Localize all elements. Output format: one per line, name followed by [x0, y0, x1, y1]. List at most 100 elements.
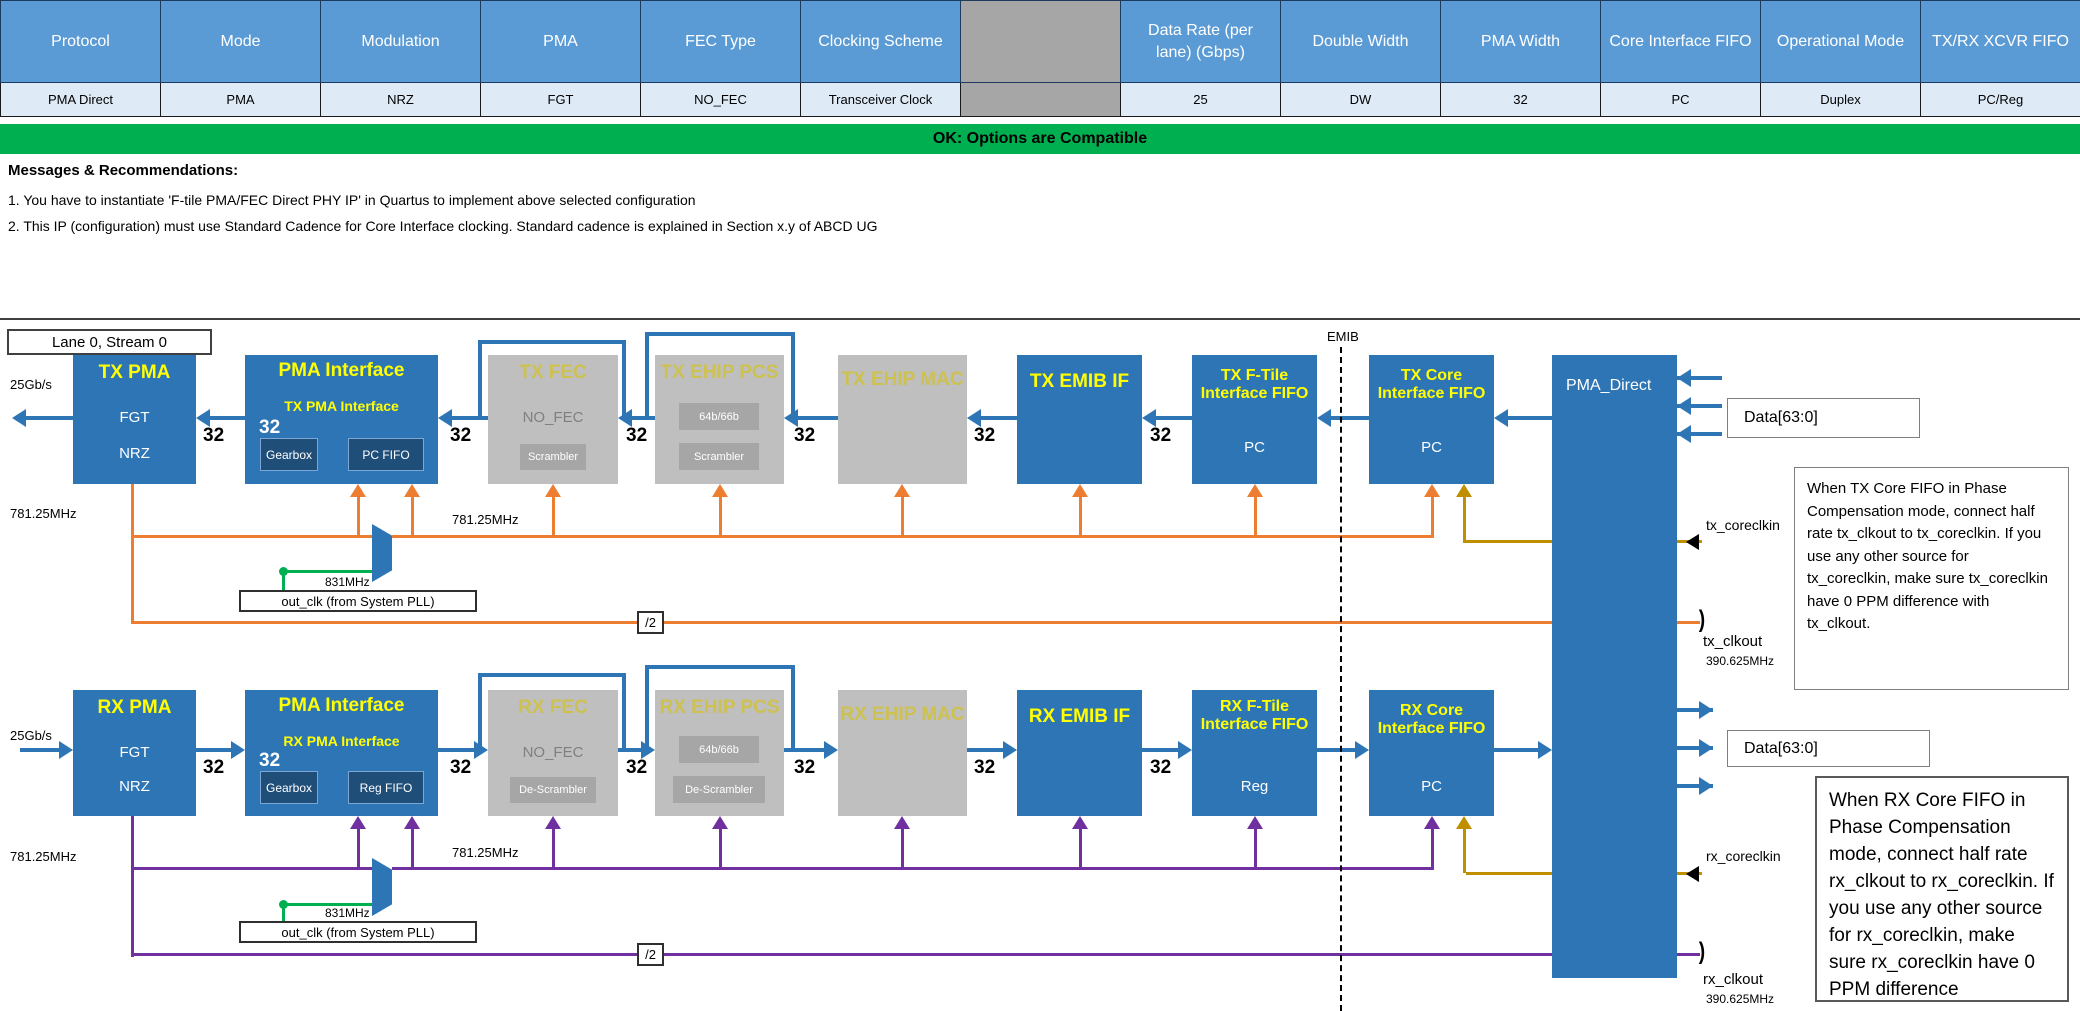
config-table: Protocol Mode Modulation PMA FEC Type Cl…: [0, 0, 2080, 117]
cell-mode[interactable]: PMA: [161, 83, 321, 117]
tx-pll-clock-line: [283, 570, 372, 573]
cell-txrx-xcvr-fifo[interactable]: PC/Reg: [1921, 83, 2080, 117]
tx-clkout-arrow: ): [1699, 606, 1705, 634]
tx-clock-stub: [1431, 494, 1434, 536]
tx-clock-arrow-up: [404, 484, 420, 497]
message-item-1: 1. You have to instantiate 'F-tile PMA/F…: [8, 192, 696, 208]
rx-clkout-line: [131, 953, 1700, 956]
tx-div2-box: /2: [637, 611, 664, 634]
cell-data-rate[interactable]: 25: [1121, 83, 1281, 117]
cell-protocol[interactable]: PMA Direct: [1, 83, 161, 117]
rx-clock-stub: [552, 826, 555, 868]
rx-bypass-line: [645, 665, 649, 750]
tx-clock-stub: [1254, 494, 1257, 536]
rx-data-segment: [967, 748, 1004, 752]
tx-clock-mux: [372, 524, 392, 582]
rx-clock-stub: [719, 826, 722, 868]
tx-clock-arrow-up: [545, 484, 561, 497]
tx-clock-arrow-up: [350, 484, 366, 497]
rx-bus-width: 32: [794, 757, 815, 779]
rx-data-arrow: [1178, 741, 1192, 759]
header-protocol: Protocol: [1, 1, 161, 83]
rx-clock-main-left: [131, 867, 374, 870]
rx-pll-freq-label: 831MHz: [325, 906, 370, 920]
rx-pmadirect-arrow: [1699, 701, 1713, 719]
rx-pma-interface-width: 32: [259, 750, 280, 772]
tx-freq-label-left: 781.25MHz: [10, 506, 76, 521]
tx-pma-interface-title: PMA Interface: [245, 360, 438, 381]
tx-outclk-box: out_clk (from System PLL): [239, 590, 477, 612]
tx-clock-stub: [1079, 494, 1082, 536]
rx-pma-line1: FGT: [73, 744, 196, 761]
rx-coreclkin-vertical: [1463, 829, 1466, 873]
rx-data-segment: [1494, 748, 1539, 752]
rx-pma-block: RX PMA FGT NRZ: [73, 690, 196, 816]
cell-core-interface-fifo[interactable]: PC: [1601, 83, 1761, 117]
tx-data-segment: [208, 416, 245, 420]
rx-data-segment: [1317, 748, 1356, 752]
rx-emib-if-block: RX EMIB IF: [1017, 690, 1142, 816]
rx-pma-interface-title: PMA Interface: [245, 695, 438, 716]
cell-double-width[interactable]: DW: [1281, 83, 1441, 117]
rx-clock-arrow-up: [350, 816, 366, 829]
rx-pmadirect-arrow: [1699, 777, 1713, 795]
tx-ftile-fifo-block: TX F-Tile Interface FIFO PC: [1192, 355, 1317, 484]
cell-operational-mode[interactable]: Duplex: [1761, 83, 1921, 117]
rx-clock-arrow-up: [1247, 816, 1263, 829]
rx-bus-width: 32: [626, 757, 647, 779]
tx-data-bus-box: Data[63:0]: [1727, 398, 1920, 438]
rx-freq-label-left: 781.25MHz: [10, 849, 76, 864]
tx-coreclkin-arrow-in: [1686, 534, 1699, 550]
tx-clock-stub: [357, 494, 360, 536]
cell-clocking-scheme[interactable]: Transceiver Clock: [801, 83, 961, 117]
rx-pma-title: RX PMA: [73, 697, 196, 718]
section-divider: [0, 318, 2080, 320]
cell-pma-width[interactable]: 32: [1441, 83, 1601, 117]
rx-bypass-line: [478, 673, 482, 750]
rx-ftile-fifo-title: RX F-Tile Interface FIFO: [1192, 698, 1317, 734]
tx-clock-arrow-up: [1424, 484, 1440, 497]
tx-data-segment: [1506, 416, 1552, 420]
cell-pma[interactable]: FGT: [481, 83, 641, 117]
rx-data-segment: [1142, 748, 1179, 752]
rx-gearbox-subblock: Gearbox: [260, 771, 318, 804]
rx-clock-stub: [1431, 826, 1434, 868]
tx-pll-clock-drop: [282, 574, 285, 591]
cell-modulation[interactable]: NRZ: [321, 83, 481, 117]
header-data-rate: Data Rate (per lane) (Gbps): [1121, 1, 1281, 83]
tx-bus-width: 32: [450, 425, 471, 447]
rx-div2-box: /2: [637, 943, 664, 966]
rx-pma-interface-subtitle: RX PMA Interface: [245, 734, 438, 750]
rx-data-segment: [20, 748, 61, 752]
rx-pll-clock-drop: [282, 907, 285, 922]
tx-coreclkin-vertical: [1463, 497, 1466, 543]
tx-clock-arrow-up: [894, 484, 910, 497]
rx-clkout-label: rx_clkout: [1703, 971, 1763, 988]
tx-clock-main-right: [392, 535, 1434, 538]
rx-clock-arrow-up: [404, 816, 420, 829]
tx-clock-vertical: [131, 484, 134, 624]
rx-core-fifo-title: RX Core Interface FIFO: [1369, 702, 1494, 738]
tx-fec-title: TX FEC: [488, 362, 618, 383]
tx-data-segment: [979, 416, 1017, 420]
rx-pma-interface-block: PMA Interface RX PMA Interface 32 Gearbo…: [245, 690, 438, 816]
rx-bus-width: 32: [974, 757, 995, 779]
rx-data-segment: [438, 748, 476, 752]
cell-fec-type[interactable]: NO_FEC: [641, 83, 801, 117]
emib-boundary-line: [1340, 347, 1342, 1011]
tx-data-arrow: [1494, 409, 1508, 427]
tx-data-segment: [1154, 416, 1192, 420]
rx-pmadirect-arrow: [1699, 739, 1713, 757]
rx-clkout-arrow: ): [1699, 938, 1705, 966]
rx-clock-stub: [411, 826, 414, 868]
tx-pma-title: TX PMA: [73, 362, 196, 383]
rx-rate-label: 25Gb/s: [10, 728, 52, 743]
tx-bus-width: 32: [974, 425, 995, 447]
tx-data-segment: [796, 416, 838, 420]
tx-data-segment: [1329, 416, 1369, 420]
tx-emib-if-block: TX EMIB IF: [1017, 355, 1142, 484]
header-operational-mode: Operational Mode: [1761, 1, 1921, 83]
rx-outclk-box: out_clk (from System PLL): [239, 921, 477, 943]
tx-ehip-mac-title: TX EHIP MAC: [838, 369, 967, 390]
tx-scrambler-subblock: Scrambler: [520, 444, 586, 470]
